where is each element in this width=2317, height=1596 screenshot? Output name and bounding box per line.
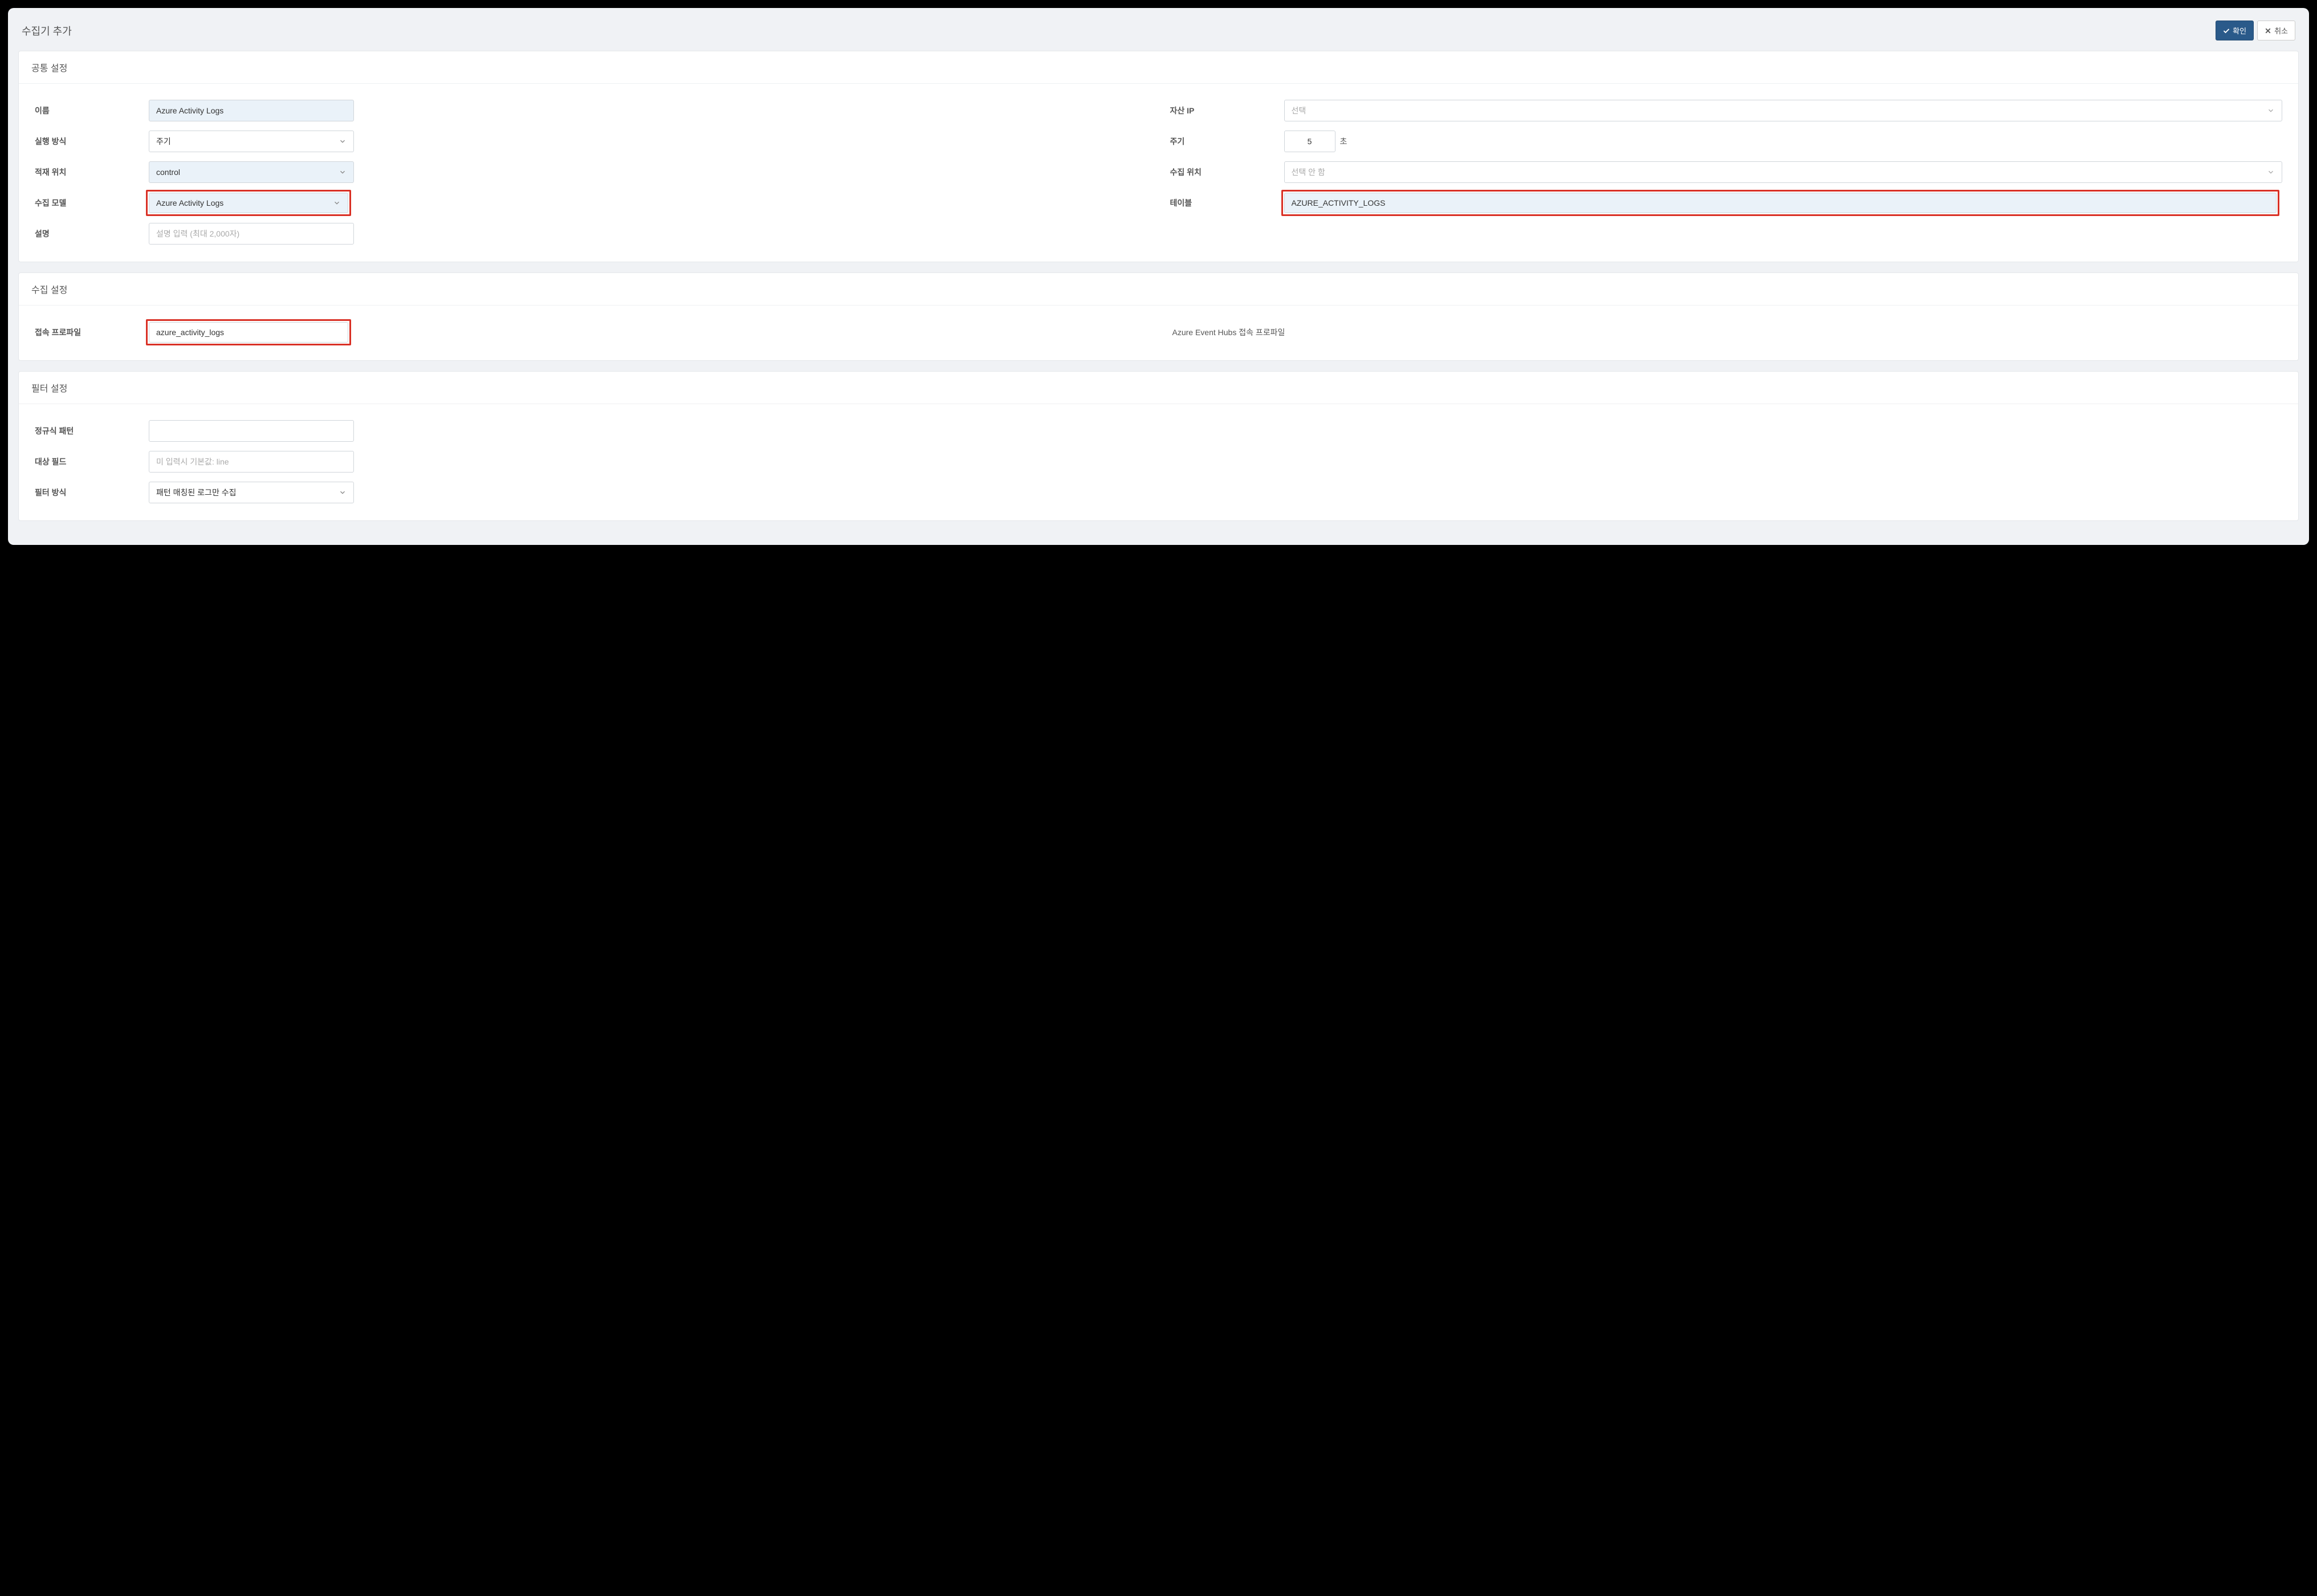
chevron-down-icon bbox=[333, 199, 341, 207]
chevron-down-icon bbox=[339, 488, 347, 496]
dialog-window: 수집기 추가 확인 취소 공통 설정 이름 bbox=[8, 8, 2309, 545]
row-asset-ip: 자산 IP 선택 bbox=[1170, 95, 2283, 126]
common-settings-body: 이름 자산 IP 선택 실 bbox=[19, 84, 2298, 262]
asset-ip-label: 자산 IP bbox=[1170, 105, 1284, 116]
table-label: 테이블 bbox=[1170, 197, 1284, 209]
name-label: 이름 bbox=[35, 105, 149, 116]
dialog-title: 수집기 추가 bbox=[22, 23, 72, 38]
chevron-down-icon bbox=[2267, 168, 2275, 176]
row-load-location: 적재 위치 control bbox=[35, 157, 1147, 188]
collect-settings-panel: 수집 설정 접속 프로파일 azure_activity_logs Azure … bbox=[18, 272, 2299, 361]
row-description: 설명 bbox=[35, 218, 1147, 249]
period-input[interactable] bbox=[1284, 131, 1335, 152]
name-input[interactable] bbox=[149, 100, 354, 121]
collect-settings-header: 수집 설정 bbox=[19, 273, 2298, 306]
row-regex: 정규식 패턴 bbox=[35, 416, 388, 446]
confirm-label: 확인 bbox=[2233, 25, 2246, 36]
collect-settings-body: 접속 프로파일 azure_activity_logs Azure Event … bbox=[19, 306, 2298, 360]
row-period: 주기 초 bbox=[1170, 126, 2283, 157]
row-collect-location: 수집 위치 선택 안 함 bbox=[1170, 157, 2283, 188]
description-label: 설명 bbox=[35, 228, 149, 239]
collect-model-highlight: Azure Activity Logs bbox=[146, 190, 351, 216]
table-highlight bbox=[1281, 190, 2280, 216]
row-target-field: 대상 필드 bbox=[35, 446, 388, 477]
chevron-down-icon bbox=[339, 137, 347, 145]
regex-label: 정규식 패턴 bbox=[35, 425, 149, 437]
collect-model-select[interactable]: Azure Activity Logs bbox=[149, 193, 348, 213]
collect-location-placeholder: 선택 안 함 bbox=[1292, 166, 1325, 178]
table-input[interactable] bbox=[1284, 193, 2277, 213]
collect-location-label: 수집 위치 bbox=[1170, 166, 1284, 178]
row-table: 테이블 bbox=[1170, 188, 2283, 218]
common-settings-header: 공통 설정 bbox=[19, 51, 2298, 84]
common-settings-grid: 이름 자산 IP 선택 실 bbox=[35, 95, 2282, 249]
row-filter-mode: 필터 방식 패턴 매칭된 로그만 수집 bbox=[35, 477, 388, 508]
dialog-actions: 확인 취소 bbox=[2216, 21, 2295, 40]
filter-settings-header: 필터 설정 bbox=[19, 372, 2298, 404]
filter-settings-body: 정규식 패턴 대상 필드 필터 방식 패턴 매칭된 로그만 수집 bbox=[19, 404, 2298, 520]
collect-settings-grid: 접속 프로파일 azure_activity_logs Azure Event … bbox=[35, 317, 2282, 348]
description-input[interactable] bbox=[149, 223, 354, 245]
chevron-down-icon bbox=[339, 168, 347, 176]
collect-model-value: Azure Activity Logs bbox=[156, 198, 223, 207]
filter-mode-value: 패턴 매칭된 로그만 수집 bbox=[156, 487, 236, 498]
row-exec-mode: 실행 방식 주기 bbox=[35, 126, 1147, 157]
exec-mode-value: 주기 bbox=[156, 136, 171, 147]
target-field-input[interactable] bbox=[149, 451, 354, 473]
period-label: 주기 bbox=[1170, 136, 1284, 147]
asset-ip-placeholder: 선택 bbox=[1292, 105, 1306, 116]
filter-mode-label: 필터 방식 bbox=[35, 487, 149, 498]
row-profile: 접속 프로파일 azure_activity_logs bbox=[35, 317, 1147, 348]
close-icon bbox=[2265, 27, 2271, 34]
target-field-label: 대상 필드 bbox=[35, 456, 149, 467]
common-settings-panel: 공통 설정 이름 자산 IP 선택 bbox=[18, 51, 2299, 262]
row-collect-model: 수집 모델 Azure Activity Logs bbox=[35, 188, 1147, 218]
profile-value: azure_activity_logs bbox=[156, 328, 224, 337]
confirm-button[interactable]: 확인 bbox=[2216, 21, 2254, 40]
filter-mode-select[interactable]: 패턴 매칭된 로그만 수집 bbox=[149, 482, 354, 503]
cancel-label: 취소 bbox=[2274, 25, 2288, 36]
row-name: 이름 bbox=[35, 95, 1147, 126]
regex-input[interactable] bbox=[149, 420, 354, 442]
row-profile-desc: Azure Event Hubs 접속 프로파일 bbox=[1170, 317, 2283, 348]
filter-settings-panel: 필터 설정 정규식 패턴 대상 필드 필터 방식 패턴 매칭된 로그만 수집 bbox=[18, 371, 2299, 521]
row-spacer-1 bbox=[1170, 218, 2283, 249]
exec-mode-label: 실행 방식 bbox=[35, 136, 149, 147]
chevron-down-icon bbox=[2267, 107, 2275, 115]
profile-select[interactable]: azure_activity_logs bbox=[149, 322, 348, 343]
collect-model-label: 수집 모델 bbox=[35, 197, 149, 209]
profile-highlight: azure_activity_logs bbox=[146, 319, 351, 345]
cancel-button[interactable]: 취소 bbox=[2257, 21, 2295, 40]
load-location-value: control bbox=[156, 168, 180, 177]
check-icon bbox=[2223, 27, 2230, 34]
profile-description: Azure Event Hubs 접속 프로파일 bbox=[1172, 327, 1285, 338]
asset-ip-select[interactable]: 선택 bbox=[1284, 100, 2283, 121]
title-bar: 수집기 추가 확인 취소 bbox=[18, 16, 2299, 51]
exec-mode-select[interactable]: 주기 bbox=[149, 131, 354, 152]
profile-label: 접속 프로파일 bbox=[35, 327, 149, 338]
period-unit: 초 bbox=[1340, 136, 1347, 147]
collect-location-select[interactable]: 선택 안 함 bbox=[1284, 161, 2283, 183]
load-location-label: 적재 위치 bbox=[35, 166, 149, 178]
load-location-select[interactable]: control bbox=[149, 161, 354, 183]
